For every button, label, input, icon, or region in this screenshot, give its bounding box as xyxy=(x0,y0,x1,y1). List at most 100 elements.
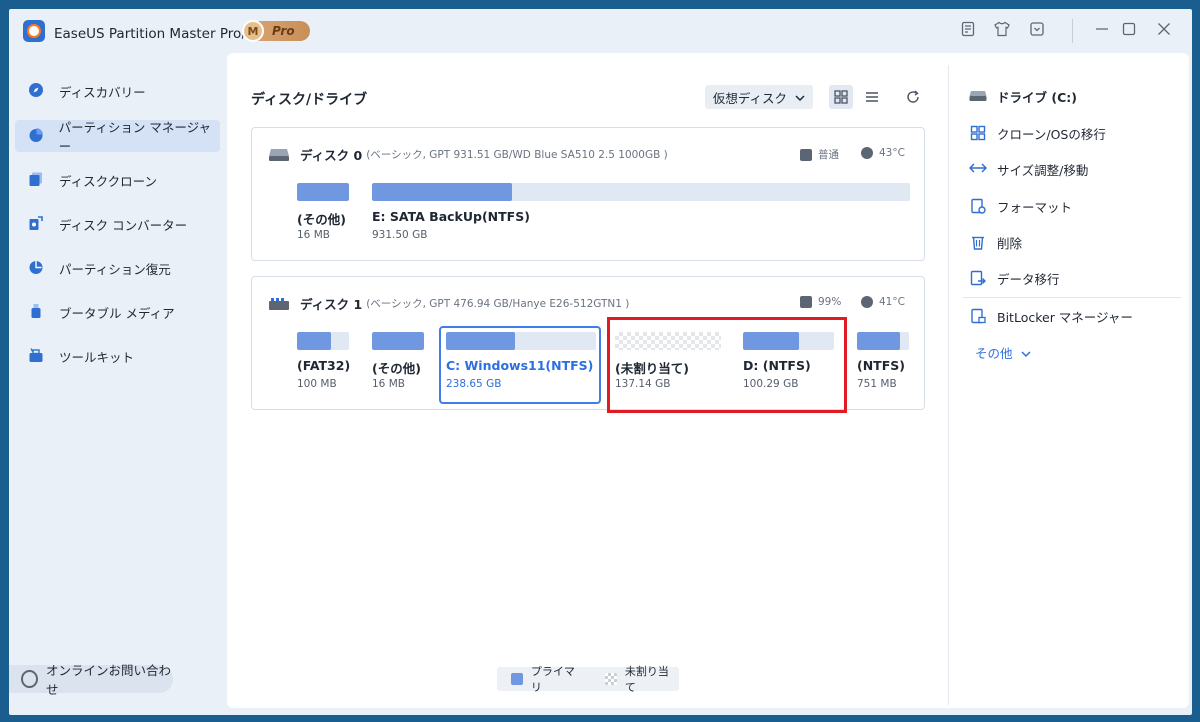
info-icon xyxy=(861,296,873,308)
toolkit-icon xyxy=(27,347,45,365)
op-format[interactable]: フォーマット xyxy=(969,197,1072,216)
health-value: 99% xyxy=(818,296,842,308)
disk-name: ディスク 1 xyxy=(300,297,363,312)
virtual-disk-dropdown[interactable]: 仮想ディスク xyxy=(705,85,813,109)
partition-size: 16 MB xyxy=(297,229,330,241)
sidebar-item-partition-manager[interactable]: パーティション マネージャー xyxy=(15,120,220,154)
partition-usage-fill xyxy=(857,332,900,350)
pie-chart-icon xyxy=(27,127,45,145)
drive-heading: ドライブ (C:) xyxy=(969,87,1077,106)
op-resize-move[interactable]: サイズ調整/移動 xyxy=(968,160,1088,179)
sidebar-item-partition-recovery[interactable]: パーティション復元 xyxy=(15,252,220,284)
partition-bar xyxy=(372,332,424,350)
main-panel: ディスク/ドライブ 仮想ディスク ディスク 0 (ベーシック, GPT 931.… xyxy=(227,53,1189,708)
partition-usage-fill xyxy=(297,332,332,350)
minimize-icon[interactable] xyxy=(1092,21,1112,41)
partition-usage-fill xyxy=(372,183,512,201)
partition-bar xyxy=(297,183,349,201)
sidebar-item-label: ディスククローン xyxy=(59,173,158,189)
close-icon[interactable] xyxy=(1154,21,1174,41)
sidebar-item-label: パーティション復元 xyxy=(59,261,171,277)
chevron-down-icon xyxy=(1017,346,1031,361)
sidebar-item-label: ブータブル メディア xyxy=(59,305,175,321)
partition-bar xyxy=(857,332,909,350)
op-label: フォーマット xyxy=(997,200,1073,215)
ssd-icon xyxy=(268,297,290,311)
more-button[interactable]: その他 xyxy=(975,343,1031,362)
op-label: 削除 xyxy=(997,236,1023,251)
contact-button[interactable]: オンラインお問い合わせ xyxy=(9,663,173,697)
partition-size: 238.65 GB xyxy=(446,378,502,390)
compass-icon xyxy=(27,82,45,100)
primary-swatch xyxy=(511,673,523,685)
sidebar: ディスカバリー パーティション マネージャー ディスククローン ディスク コンバ… xyxy=(9,53,227,715)
disk-card[interactable]: ディスク 0 (ベーシック, GPT 931.51 GB/WD Blue SA5… xyxy=(251,127,925,261)
pro-badge-letter: M xyxy=(242,20,264,42)
op-clone-os-migration[interactable]: クローン/OSの移行 xyxy=(969,124,1106,143)
health-icon xyxy=(800,296,812,308)
drive-icon xyxy=(969,88,987,106)
sidebar-item-label: パーティション マネージャー xyxy=(58,120,211,154)
partition-usage-fill xyxy=(297,183,349,201)
clone-icon xyxy=(969,125,987,143)
health-status: 99% xyxy=(800,296,841,308)
highlight-annotation-box xyxy=(607,317,847,413)
headset-icon xyxy=(21,670,38,688)
partition-bar xyxy=(297,332,349,350)
op-bitlocker-manager[interactable]: BitLocker マネージャー xyxy=(969,307,1133,326)
converter-icon xyxy=(27,215,45,233)
maximize-icon[interactable] xyxy=(1119,21,1139,41)
usb-icon xyxy=(27,303,45,321)
op-delete[interactable]: 削除 xyxy=(969,233,1022,252)
partition-label: (NTFS) xyxy=(857,358,905,373)
recovery-icon xyxy=(27,259,45,277)
virtual-disk-label: 仮想ディスク xyxy=(712,90,788,106)
legend-unallocated-label: 未割り当て xyxy=(624,665,669,694)
sidebar-item-label: ディスク コンバーター xyxy=(59,217,188,233)
temperature-status: 41°C xyxy=(861,296,905,308)
disk-name: ディスク 0 xyxy=(300,148,363,163)
shirt-icon[interactable] xyxy=(992,21,1012,41)
sidebar-item-disk-converter[interactable]: ディスク コンバーター xyxy=(15,208,220,240)
contact-label: オンラインお問い合わせ xyxy=(45,663,171,697)
temperature-value: 43°C xyxy=(879,147,905,159)
unallocated-swatch xyxy=(605,673,617,685)
ops-divider xyxy=(963,297,1181,298)
download-icon[interactable] xyxy=(1027,21,1047,41)
sidebar-item-discovery[interactable]: ディスカバリー xyxy=(15,75,220,107)
health-value: 普通 xyxy=(818,149,839,161)
pro-badge-text: Pro xyxy=(272,24,295,38)
titlebar-divider xyxy=(1072,19,1073,43)
op-label: BitLocker マネージャー xyxy=(997,310,1133,325)
hard-drive-icon xyxy=(268,148,290,162)
disk-info: (ベーシック, GPT 931.51 GB/WD Blue SA510 2.5 … xyxy=(366,149,668,161)
drive-label: ドライブ (C:) xyxy=(997,90,1077,105)
partition-size: 100 MB xyxy=(297,378,337,390)
disk-header: ディスク 1 (ベーシック, GPT 476.94 GB/Hanye E26-5… xyxy=(268,294,629,313)
temperature-status: 43°C xyxy=(861,147,905,159)
health-icon xyxy=(800,148,812,161)
sidebar-item-toolkit[interactable]: ツールキット xyxy=(15,340,220,372)
refresh-icon[interactable] xyxy=(901,85,925,109)
right-panel-divider xyxy=(948,65,949,705)
grid-view-icon[interactable] xyxy=(829,85,853,109)
chevron-down-icon xyxy=(795,90,805,105)
resize-arrows-icon xyxy=(968,161,988,179)
health-status: 普通 xyxy=(800,147,839,162)
info-icon xyxy=(861,147,873,159)
op-label: データ移行 xyxy=(997,272,1060,287)
sidebar-item-bootable-media[interactable]: ブータブル メディア xyxy=(15,296,220,328)
bitlocker-icon xyxy=(969,308,987,326)
title-bar: EaseUS Partition Master Pro版 M Pro xyxy=(9,9,1192,53)
op-data-migration[interactable]: データ移行 xyxy=(969,269,1060,288)
sidebar-item-label: ツールキット xyxy=(59,349,135,365)
partition-usage-fill xyxy=(372,332,424,350)
sidebar-item-disk-clone[interactable]: ディスククローン xyxy=(15,164,220,196)
notes-icon[interactable] xyxy=(958,21,978,41)
pro-badge[interactable]: M Pro xyxy=(242,20,310,42)
app-logo-icon xyxy=(23,20,45,42)
temperature-value: 41°C xyxy=(879,296,905,308)
partition-label: (その他) xyxy=(372,361,421,376)
partition-bar xyxy=(372,183,910,201)
list-view-icon[interactable] xyxy=(860,85,884,109)
